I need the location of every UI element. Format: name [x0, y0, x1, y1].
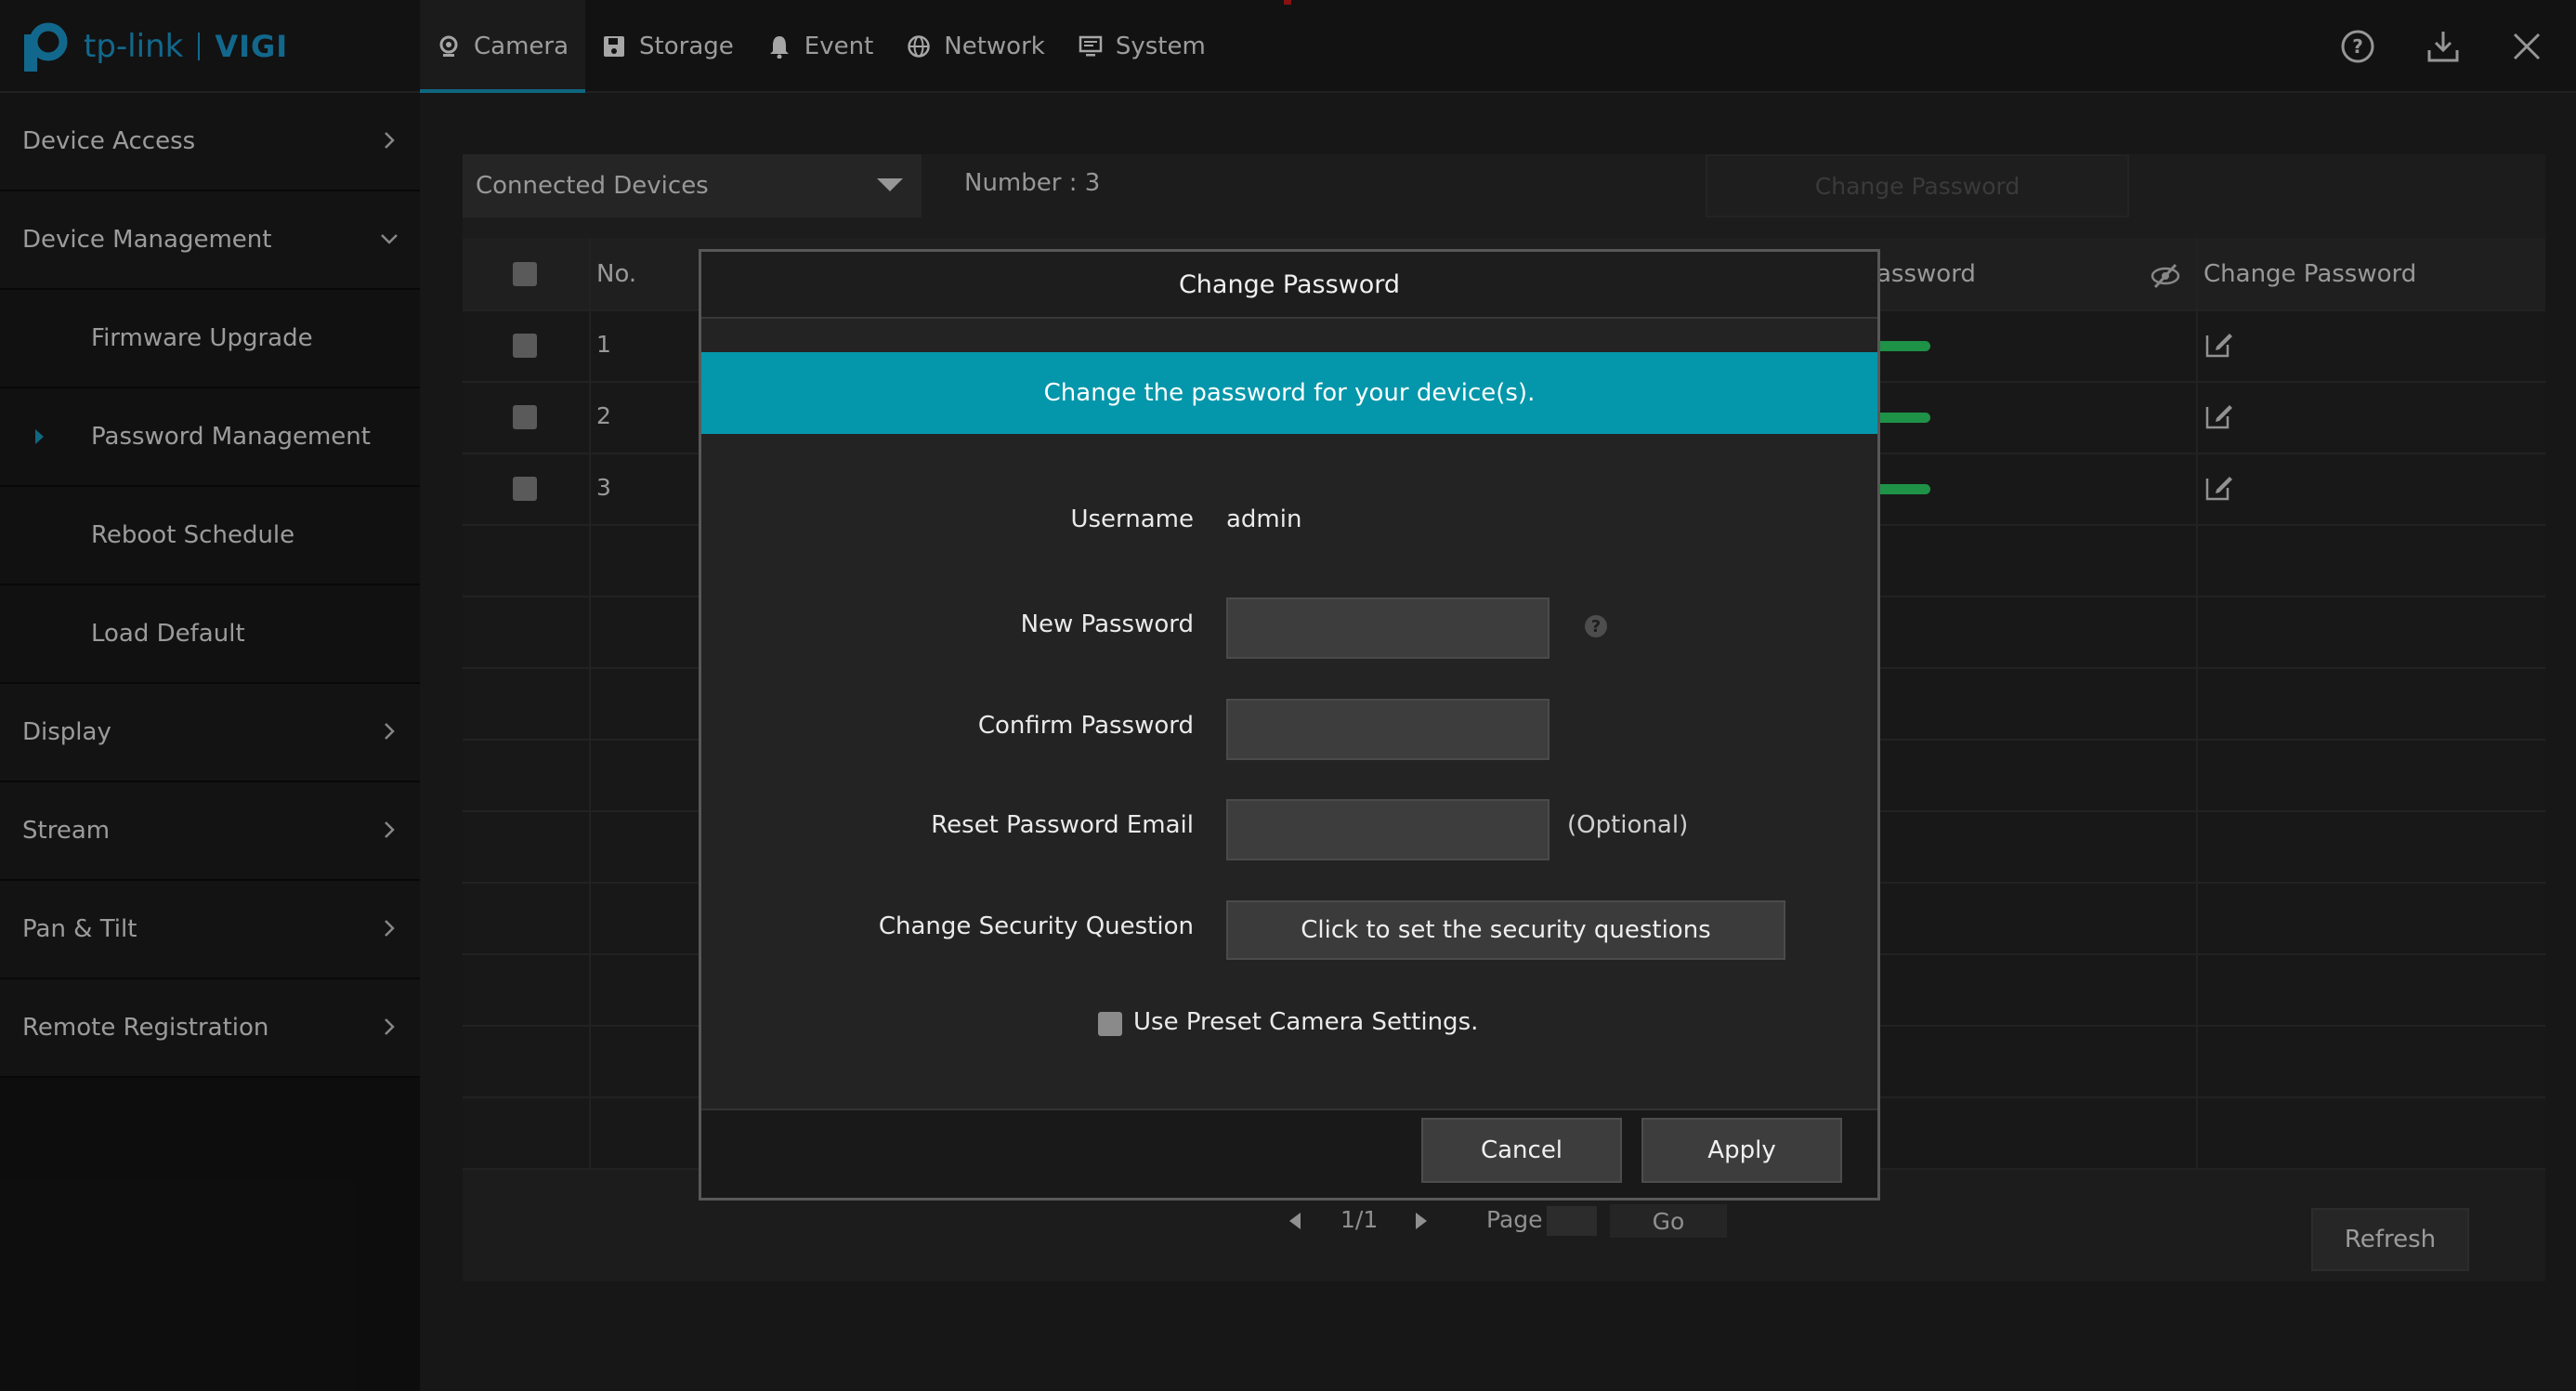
username-label: Username: [1070, 505, 1194, 533]
dialog-title: Change Password: [701, 252, 1877, 319]
change-password-dialog: Change Password Change the password for …: [699, 249, 1880, 1201]
confirm-password-label: Confirm Password: [977, 712, 1194, 740]
confirm-password-field[interactable]: [1226, 699, 1550, 760]
username-value: admin: [1226, 505, 1302, 533]
preset-settings-checkbox[interactable]: [1098, 1012, 1122, 1036]
password-help-icon[interactable]: ?: [1585, 615, 1607, 637]
set-security-questions-button[interactable]: Click to set the security questions: [1226, 900, 1785, 960]
security-question-label: Change Security Question: [878, 912, 1194, 940]
new-password-label: New Password: [1020, 610, 1194, 638]
new-password-field[interactable]: [1226, 597, 1550, 659]
optional-note: (Optional): [1567, 811, 1689, 839]
preset-settings-label: Use Preset Camera Settings.: [1133, 1008, 1479, 1036]
cancel-button[interactable]: Cancel: [1421, 1118, 1622, 1183]
dialog-banner: Change the password for your device(s).: [701, 352, 1877, 434]
reset-email-field[interactable]: [1226, 799, 1550, 860]
reset-email-label: Reset Password Email: [931, 811, 1194, 839]
apply-button[interactable]: Apply: [1641, 1118, 1842, 1183]
